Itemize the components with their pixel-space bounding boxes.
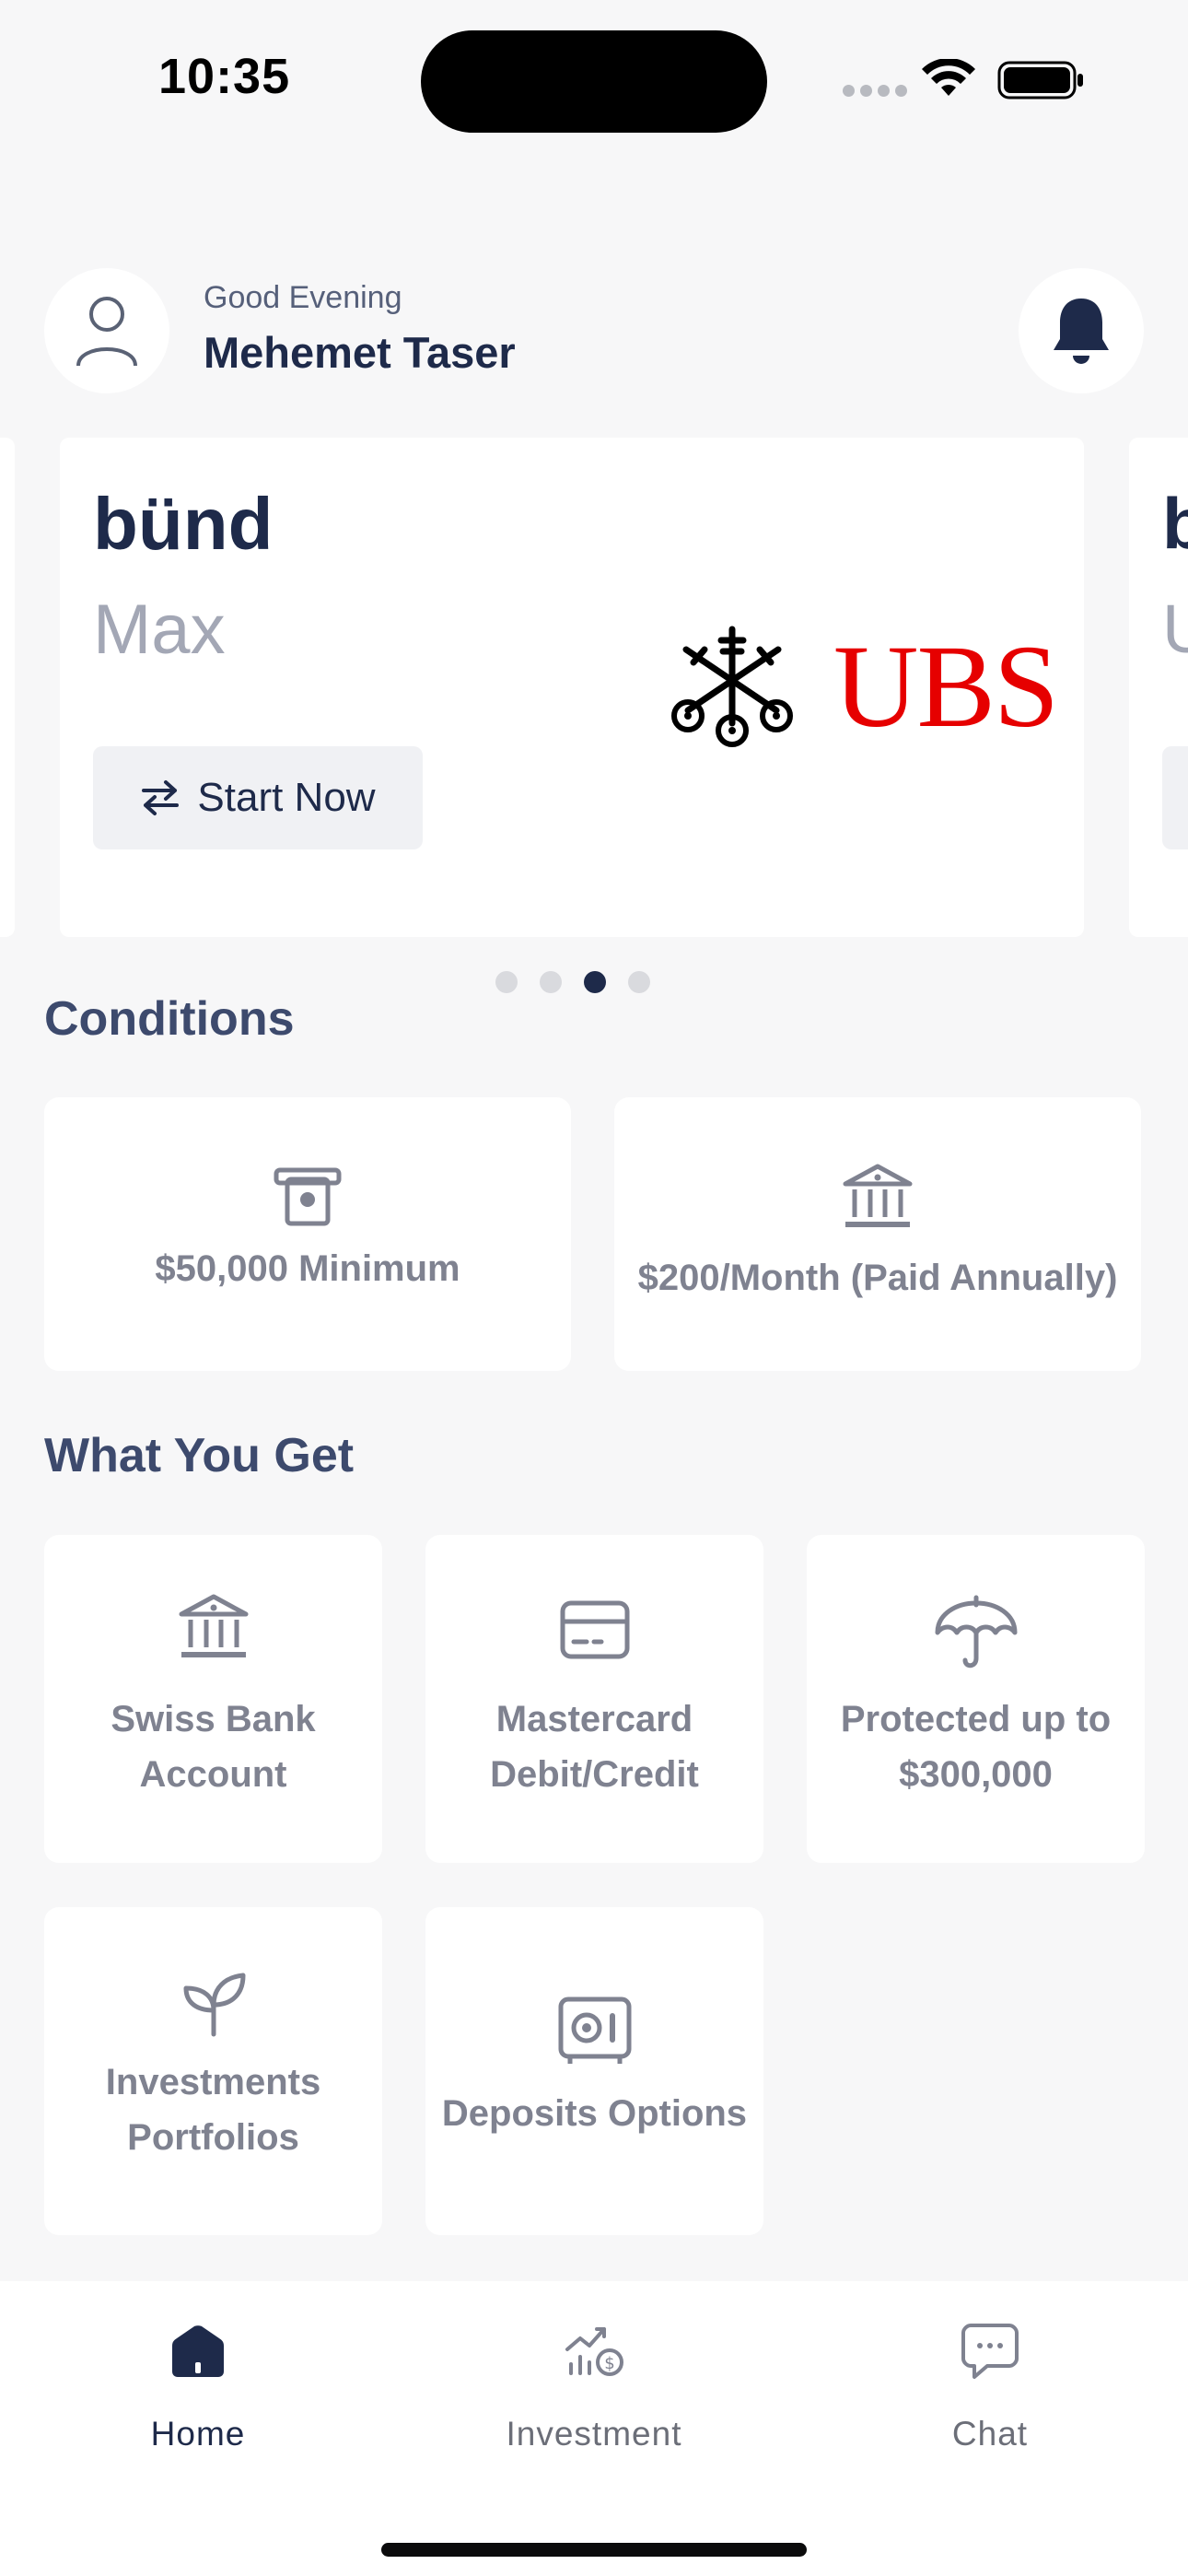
cellular-signal-icon xyxy=(843,85,907,97)
tab-label: Investment xyxy=(506,2415,682,2453)
tab-label: Home xyxy=(150,2415,246,2453)
safe-icon xyxy=(558,1996,631,2064)
credit-card-icon xyxy=(560,1600,629,1659)
home-indicator[interactable] xyxy=(381,2543,807,2557)
tab-bar: Home $ Investment Chat xyxy=(0,2281,1188,2576)
feature-card-investments: Investments Portfolios xyxy=(44,1907,382,2235)
condition-card-fee: $200/Month (Paid Annually) xyxy=(614,1097,1141,1371)
feature-label: Protected up to $300,000 xyxy=(816,1692,1136,1802)
plan-carousel[interactable]: bünd Max Start Now UBS b U xyxy=(0,438,1188,937)
status-bar: 10:35 xyxy=(0,0,1188,138)
sprout-icon xyxy=(183,1973,245,2037)
condition-label: $200/Month (Paid Annually) xyxy=(637,1258,1118,1298)
feature-label-line: Investments xyxy=(105,2062,321,2102)
cash-withdraw-icon xyxy=(274,1167,342,1226)
page-dot-active[interactable] xyxy=(584,971,606,993)
feature-label-line: Swiss Bank xyxy=(111,1699,316,1739)
ubs-logo: UBS xyxy=(668,622,1064,751)
feature-label: Mastercard Debit/Credit xyxy=(435,1692,754,1802)
ubs-keys-icon xyxy=(671,626,793,747)
feature-label-line: Mastercard xyxy=(495,1699,693,1739)
status-time: 10:35 xyxy=(158,49,291,104)
condition-label: $50,000 Minimum xyxy=(155,1248,460,1289)
next-card-brand: b xyxy=(1162,483,1188,564)
tab-home[interactable]: Home xyxy=(0,2281,396,2465)
home-icon xyxy=(172,2325,224,2377)
card-tier: Max xyxy=(93,591,226,669)
feature-label: Swiss Bank Account xyxy=(53,1692,373,1802)
tab-chat[interactable]: Chat xyxy=(792,2281,1188,2465)
start-now-label: Start Now xyxy=(197,775,376,820)
svg-text:$: $ xyxy=(604,2354,614,2373)
chat-bubble-icon xyxy=(961,2324,1019,2379)
page-dot[interactable] xyxy=(540,971,562,993)
carousel-card-current[interactable]: bünd Max Start Now UBS xyxy=(60,438,1084,937)
user-icon xyxy=(76,297,137,367)
feature-label-line: $300,000 xyxy=(899,1754,1053,1795)
user-name: Mehemet Taser xyxy=(204,328,516,377)
feature-label: Investments Portfolios xyxy=(53,2055,373,2165)
feature-card-swiss-bank-account: Swiss Bank Account xyxy=(44,1535,382,1863)
next-card-tier: U xyxy=(1162,591,1188,667)
battery-icon xyxy=(997,61,1083,100)
tab-label: Chat xyxy=(951,2415,1029,2453)
carousel-page-indicator[interactable] xyxy=(495,971,650,993)
features-title: What You Get xyxy=(44,1429,355,1482)
bank-icon xyxy=(843,1164,913,1227)
notification-button[interactable] xyxy=(1019,268,1144,393)
investment-chart-icon: $ xyxy=(565,2327,623,2376)
greeting-text: Good Evening xyxy=(204,280,402,315)
wifi-icon xyxy=(922,59,975,96)
ubs-wordmark: UBS xyxy=(833,621,1059,752)
start-now-button[interactable]: Start Now xyxy=(93,746,423,849)
page-dot[interactable] xyxy=(495,971,518,993)
bell-icon xyxy=(1054,299,1109,364)
condition-card-minimum: $50,000 Minimum xyxy=(44,1097,571,1371)
feature-card-mastercard: Mastercard Debit/Credit xyxy=(425,1535,763,1863)
card-brand: bünd xyxy=(93,483,274,565)
carousel-card-previous[interactable] xyxy=(0,438,15,937)
avatar[interactable] xyxy=(44,268,169,393)
tab-investment[interactable]: $ Investment xyxy=(396,2281,792,2465)
umbrella-icon xyxy=(935,1595,1017,1669)
next-card-button[interactable] xyxy=(1162,746,1188,849)
feature-label: Deposits Options xyxy=(441,2093,748,2134)
conditions-title: Conditions xyxy=(44,992,295,1046)
feature-card-deposits: Deposits Options xyxy=(425,1907,763,2235)
feature-label-line: Account xyxy=(139,1754,287,1795)
feature-label-line: Protected up to xyxy=(840,1699,1112,1739)
swap-arrows-icon xyxy=(142,780,180,815)
feature-label-line: Debit/Credit xyxy=(490,1754,699,1795)
bank-icon xyxy=(179,1594,248,1657)
dynamic-island xyxy=(421,30,767,133)
carousel-card-next[interactable]: b U xyxy=(1129,438,1188,937)
feature-card-protection: Protected up to $300,000 xyxy=(807,1535,1145,1863)
feature-label-line: Portfolios xyxy=(127,2117,299,2158)
page-dot[interactable] xyxy=(628,971,650,993)
